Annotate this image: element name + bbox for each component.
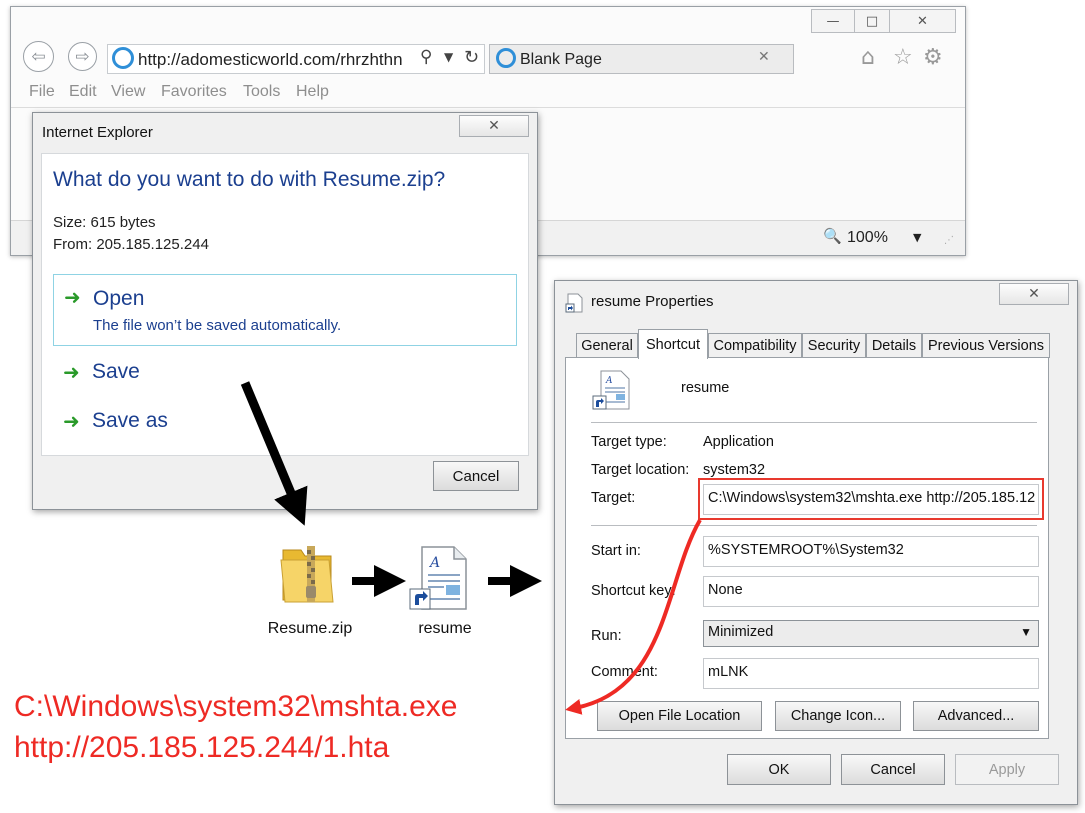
red-callout-arrow xyxy=(565,518,702,715)
down-arrow xyxy=(240,381,308,526)
annotation-line-2: http://205.185.125.244/1.hta xyxy=(14,731,390,764)
tab-shortcut[interactable]: Shortcut xyxy=(638,329,708,359)
annotation-line-1: C:\Windows\system32\mshta.exe xyxy=(14,690,458,723)
